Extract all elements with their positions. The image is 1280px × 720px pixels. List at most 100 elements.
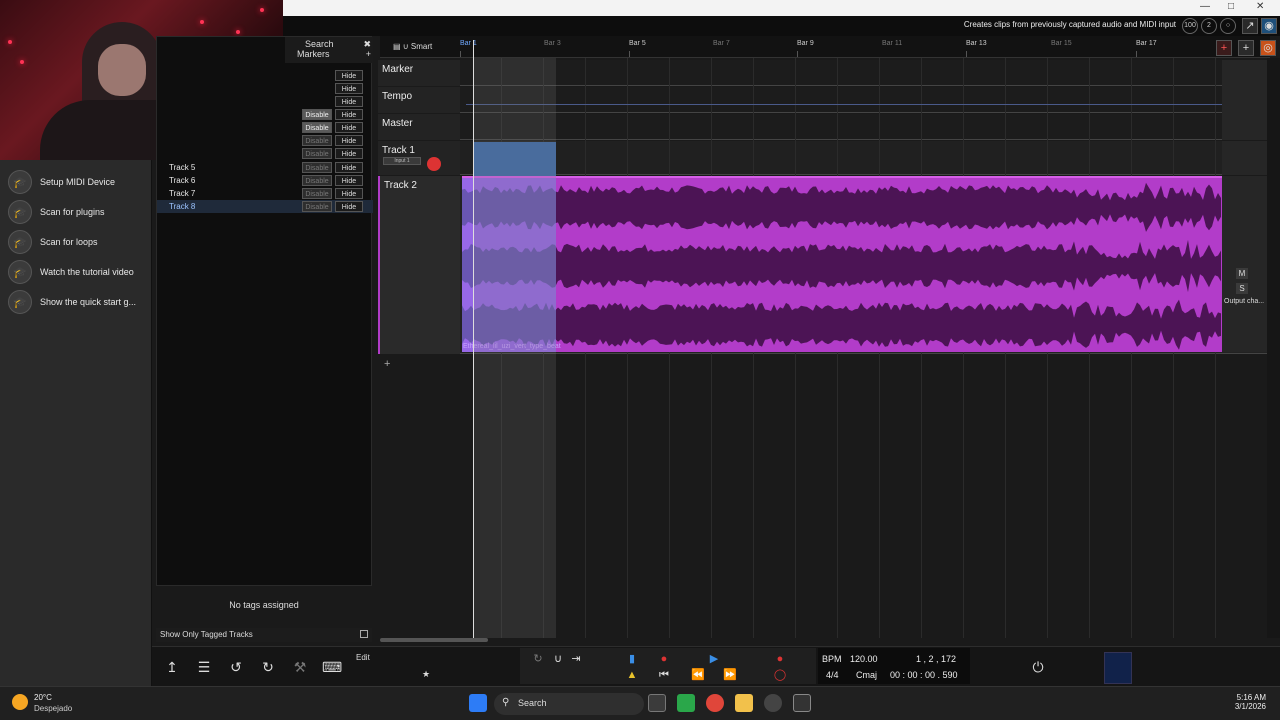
redo-icon[interactable]: ↻ <box>258 657 278 677</box>
add-icon[interactable]: + <box>366 49 371 59</box>
disable-button[interactable]: Disable <box>302 135 332 146</box>
magnet-icon[interactable]: ∪ <box>403 42 409 51</box>
warning-icon[interactable]: ▲ <box>624 668 640 682</box>
horizontal-scrollbar[interactable] <box>380 638 488 642</box>
minimize-icon[interactable]: — <box>1200 1 1210 12</box>
time-signature[interactable]: 4/4 <box>826 670 839 680</box>
eye-icon[interactable]: ◉ <box>1261 18 1277 34</box>
wrench-icon[interactable]: ⚒ <box>290 657 310 677</box>
solo-button[interactable]: S <box>1236 283 1248 294</box>
show-only-tagged-toggle[interactable]: Show Only Tagged Tracks <box>156 628 372 642</box>
audio-clip[interactable] <box>462 176 1223 352</box>
obs-icon[interactable] <box>764 694 782 712</box>
disable-button[interactable]: Disable <box>302 201 332 212</box>
hide-button[interactable]: Hide <box>335 175 363 186</box>
timeline-ruler[interactable]: Bar 1 Bar 3 Bar 5 Bar 7 Bar 9 Bar 11 Bar… <box>380 36 1270 58</box>
mute-button[interactable]: M <box>1236 268 1248 279</box>
hide-button[interactable]: Hide <box>335 148 363 159</box>
count-badge[interactable]: 100 <box>1182 18 1198 34</box>
number-badge[interactable]: 2 <box>1201 18 1217 34</box>
undo-icon[interactable]: ↺ <box>226 657 246 677</box>
daw-app-icon[interactable] <box>793 694 811 712</box>
output-channel[interactable]: Output cha... <box>1224 298 1264 305</box>
record-icon[interactable]: ● <box>772 652 788 666</box>
hide-button[interactable]: Hide <box>335 201 363 212</box>
disable-button[interactable]: Disable <box>302 175 332 186</box>
hide-button[interactable]: Hide <box>335 162 363 173</box>
track-row-7[interactable]: Track 7 Disable Hide <box>157 187 373 200</box>
weather-icon[interactable] <box>12 694 28 710</box>
loop-region[interactable] <box>474 58 556 638</box>
fast-forward-icon[interactable]: ⏩ <box>722 668 738 682</box>
play-icon[interactable]: ▶ <box>706 652 722 666</box>
help-quick-start[interactable]: 🎓 Show the quick start g... <box>8 289 136 315</box>
record-mode-icon[interactable]: ● <box>656 652 672 666</box>
plug-icon[interactable]: ⏻ <box>1028 657 1048 677</box>
position-readout[interactable]: 1 , 2 , 172 <box>916 654 956 664</box>
rewind-icon[interactable]: ⏪ <box>690 668 706 682</box>
keyboard-icon[interactable]: ⌨ <box>322 657 342 677</box>
system-clock[interactable]: 5:16 AM 3/1/2026 <box>1235 693 1266 711</box>
hide-button[interactable]: Hide <box>335 96 363 107</box>
disable-button[interactable]: Disable <box>302 122 332 133</box>
track-row-5[interactable]: Track 5 Disable Hide <box>157 161 373 174</box>
checkbox-icon[interactable] <box>360 630 368 638</box>
chrome-icon[interactable] <box>706 694 724 712</box>
help-setup-midi[interactable]: 🎓 Setup MIDI Device <box>8 169 115 195</box>
add-track-icon[interactable]: + <box>1216 40 1232 56</box>
hide-button[interactable]: Hide <box>335 122 363 133</box>
skip-end-icon[interactable]: ⇥ <box>568 652 584 666</box>
track2-header[interactable]: Track 2 <box>378 176 460 354</box>
smart-tool[interactable]: ▤ ∪ Smart <box>393 42 432 51</box>
record-arm-button[interactable] <box>427 157 441 171</box>
close-icon[interactable]: ✕ <box>1256 1 1264 12</box>
disable-button[interactable]: Disable <box>302 148 332 159</box>
disable-button[interactable]: Disable <box>302 162 332 173</box>
maximize-icon[interactable]: □ <box>1228 1 1234 12</box>
tempo-header[interactable]: Tempo <box>378 87 460 113</box>
time-readout[interactable]: 00 : 00 : 00 . 590 <box>890 670 958 680</box>
help-scan-plugins[interactable]: 🎓 Scan for plugins <box>8 199 105 225</box>
track-row-8[interactable]: Track 8 Disable Hide <box>157 200 373 213</box>
hide-button[interactable]: Hide <box>335 188 363 199</box>
capture-icon[interactable]: ▮ <box>624 652 640 666</box>
marker-header[interactable]: Marker <box>378 60 460 86</box>
file-explorer-icon[interactable] <box>735 694 753 712</box>
hide-button[interactable]: Hide <box>335 109 363 120</box>
disable-button[interactable]: Disable <box>302 109 332 120</box>
markers-label[interactable]: Markers <box>297 49 330 59</box>
bpm-value[interactable]: 120.00 <box>850 654 878 664</box>
vertical-scrollbar[interactable] <box>1267 58 1280 638</box>
disable-button[interactable]: Disable <box>302 188 332 199</box>
rewind-start-icon[interactable]: ⏮ <box>656 668 672 682</box>
add-icon[interactable]: + <box>1238 40 1254 56</box>
expand-icon[interactable]: ↗ <box>1242 18 1258 34</box>
minecraft-icon[interactable] <box>677 694 695 712</box>
master-header[interactable]: Master <box>378 114 460 140</box>
help-tutorial-video[interactable]: 🎓 Watch the tutorial video <box>8 259 134 285</box>
plugin-icon[interactable]: ◎ <box>1260 40 1276 56</box>
task-view-icon[interactable] <box>648 694 666 712</box>
search-label[interactable]: Search <box>305 39 334 49</box>
help-scan-loops[interactable]: 🎓 Scan for loops <box>8 229 98 255</box>
punch-icon[interactable]: ◯ <box>772 668 788 682</box>
edit-label[interactable]: Edit <box>356 653 370 662</box>
weather-description[interactable]: Despejado <box>34 704 72 713</box>
menu-icon[interactable]: ☰ <box>194 657 214 677</box>
taskbar-search[interactable]: ⚲ Search <box>494 693 644 715</box>
star-icon[interactable]: ★ <box>416 664 436 684</box>
hide-button[interactable]: Hide <box>335 135 363 146</box>
add-track-icon[interactable]: + <box>384 358 390 370</box>
weather-temperature[interactable]: 20°C <box>34 693 52 702</box>
loop-icon[interactable]: ↻ <box>530 652 546 666</box>
input-selector[interactable]: Input 1 <box>383 157 421 165</box>
snap-icon[interactable]: ▤ <box>393 42 401 51</box>
playhead[interactable] <box>473 40 474 638</box>
windows-start-icon[interactable] <box>469 694 487 712</box>
hide-button[interactable]: Hide <box>335 83 363 94</box>
hide-button[interactable]: Hide <box>335 70 363 81</box>
dial-icon[interactable]: ○ <box>1220 18 1236 34</box>
track-row-6[interactable]: Track 6 Disable Hide <box>157 174 373 187</box>
export-icon[interactable]: ↥ <box>162 657 182 677</box>
metronome-icon[interactable]: ∪ <box>550 652 566 666</box>
